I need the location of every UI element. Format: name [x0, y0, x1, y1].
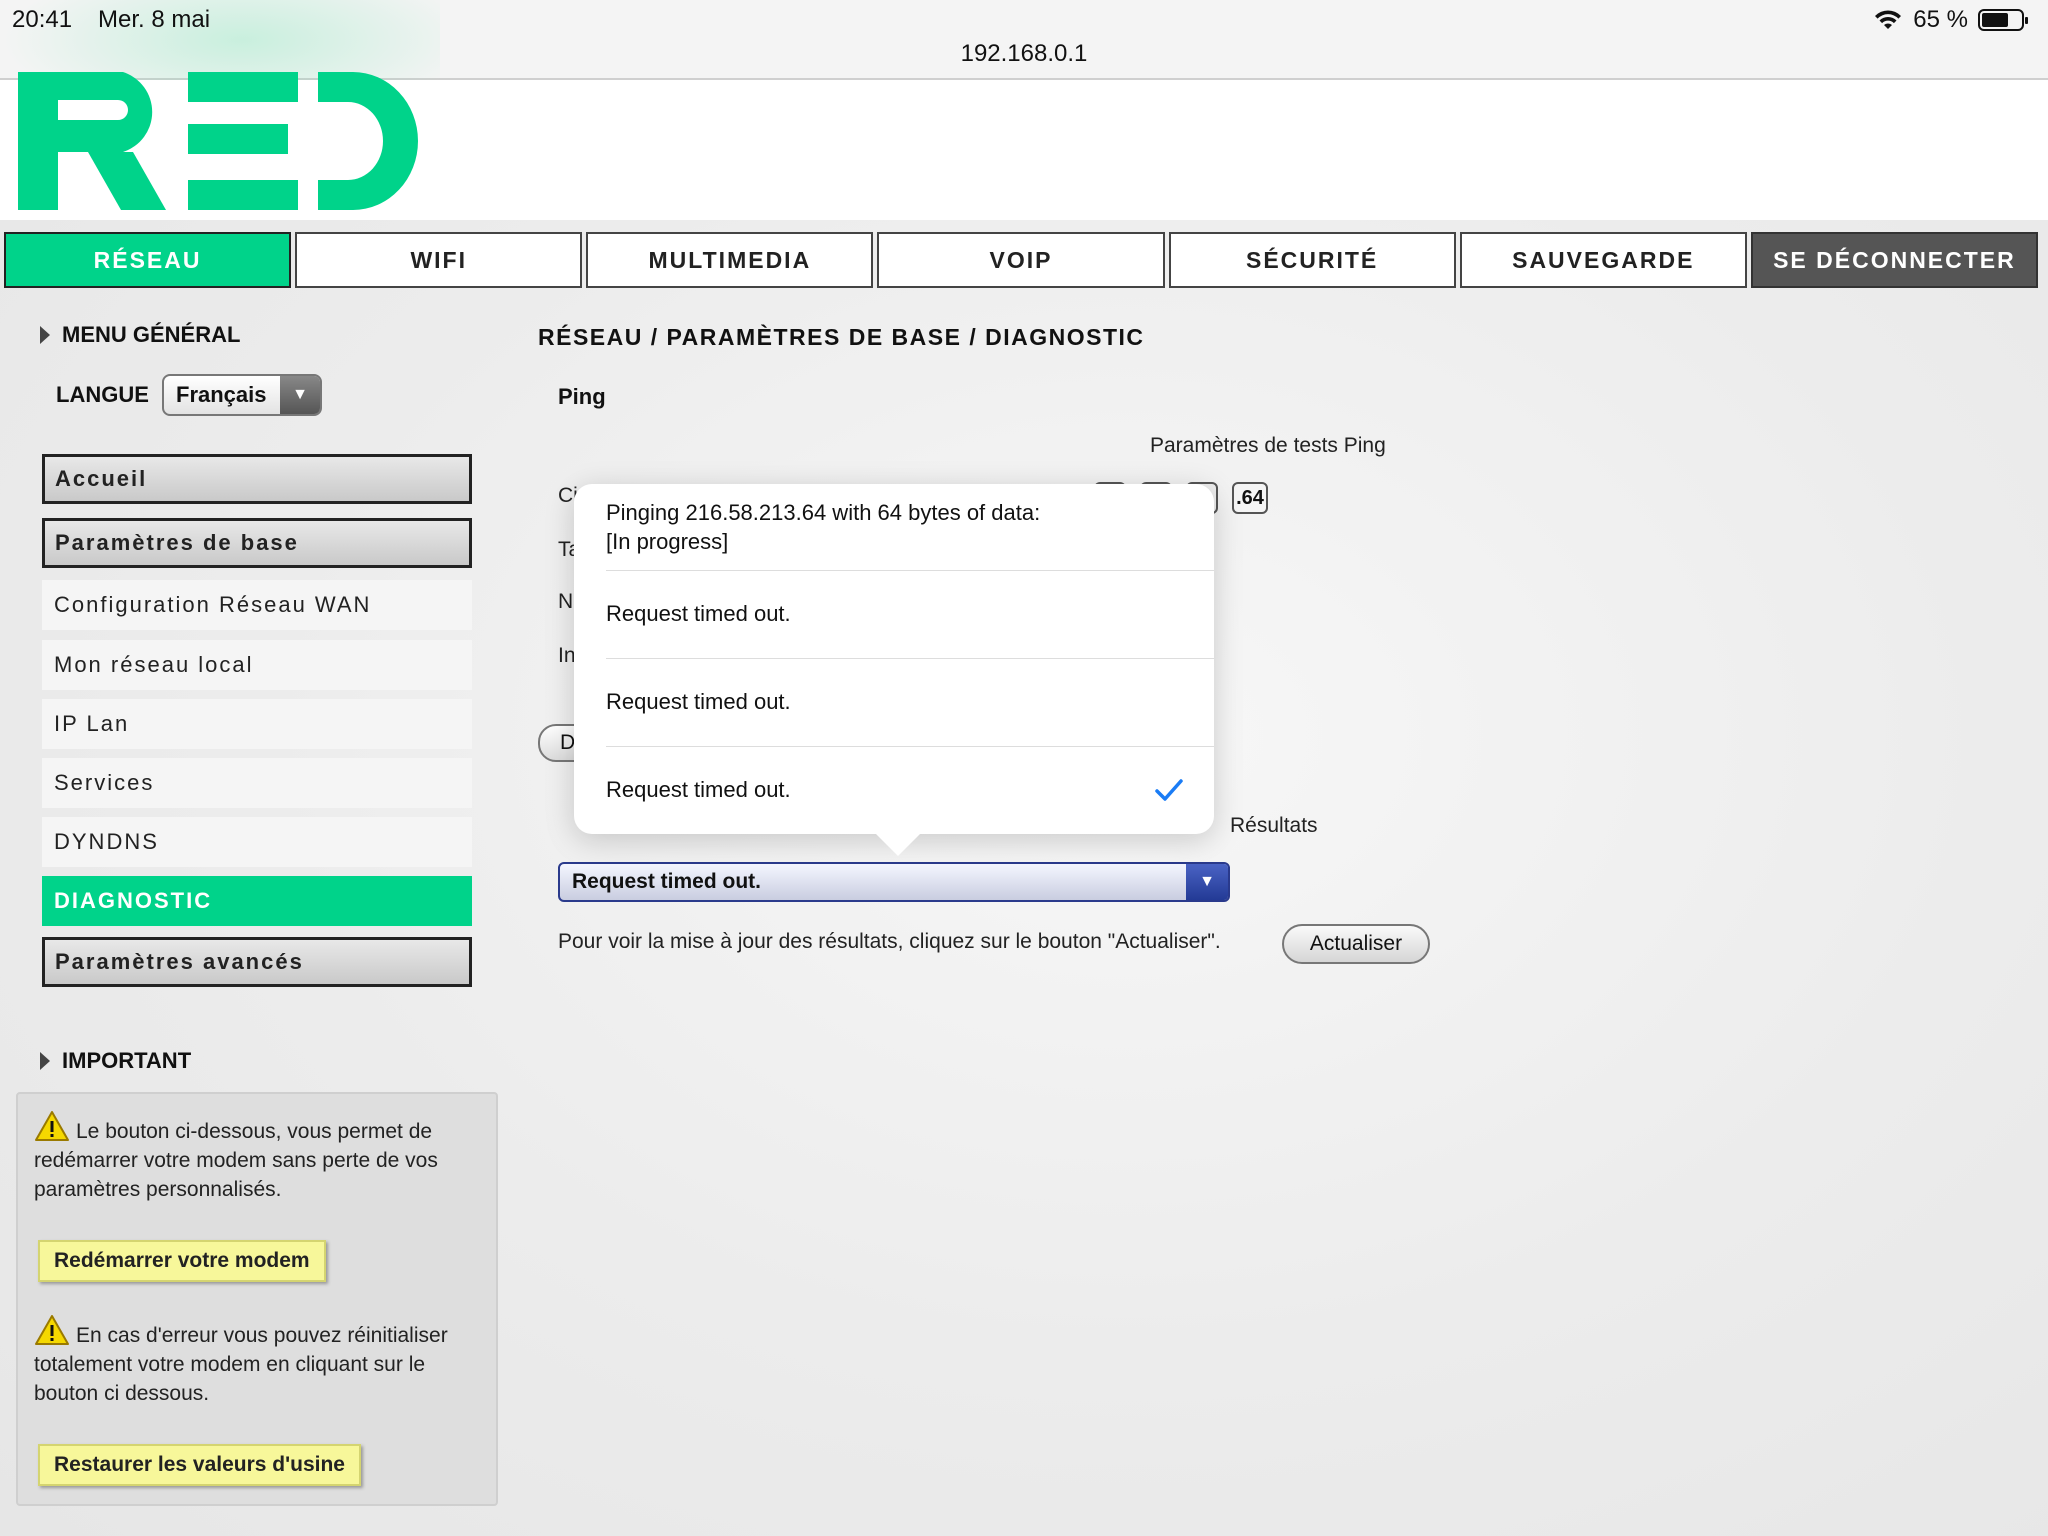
factory-reset-info-text: En cas d'erreur vous pouvez réinitialise… [34, 1324, 448, 1405]
sidebar-item-configuration-wan[interactable]: Configuration Réseau WAN [42, 580, 472, 630]
picker-header-line1: Pinging 216.58.213.64 with 64 bytes of d… [606, 500, 1041, 525]
picker-option-selected[interactable]: Request timed out. [606, 746, 1214, 832]
results-select[interactable]: Request timed out. ▼ [558, 862, 1230, 902]
language-label: LANGUE [56, 382, 149, 407]
picker-option-label: Request timed out. [606, 688, 791, 714]
tab-voip[interactable]: VOIP [877, 232, 1165, 288]
tab-securite[interactable]: SÉCURITÉ [1168, 232, 1456, 288]
checkmark-icon [1155, 779, 1183, 801]
row-label-count: N [558, 590, 574, 613]
section-title: Ping [558, 384, 606, 409]
restart-modem-button[interactable]: Redémarrer votre modem [38, 1240, 326, 1282]
ios-status-bar: 20:41 Mer. 8 mai 192.168.0.1 65 % [0, 0, 2048, 120]
tab-multimedia[interactable]: MULTIMEDIA [586, 232, 874, 288]
popover-arrow [874, 832, 922, 856]
triangle-right-icon [40, 326, 50, 344]
sidebar-item-services[interactable]: Services [42, 758, 472, 808]
row-label-interval: In [558, 644, 576, 667]
status-time: 20:41 [12, 6, 73, 33]
status-right-group: 65 % [1873, 6, 2028, 34]
wifi-icon [1875, 10, 1902, 29]
restart-info-text: Le bouton ci-dessous, vous permet de red… [34, 1120, 438, 1201]
important-panel: Le bouton ci-dessous, vous permet de red… [16, 1092, 498, 1506]
sidebar-item-reseau-local[interactable]: Mon réseau local [42, 640, 472, 690]
sidebar-item-parametres-avances[interactable]: Paramètres avancés [42, 937, 472, 987]
menu-general-label: MENU GÉNÉRAL [62, 322, 241, 347]
sidebar-item-accueil[interactable]: Accueil [42, 454, 472, 504]
tab-sauvegarde[interactable]: SAUVEGARDE [1459, 232, 1747, 288]
picker-option-label: Request timed out. [606, 776, 791, 802]
picker-option[interactable]: Request timed out. [606, 570, 1214, 656]
results-picker-popover: Pinging 216.58.213.64 with 64 bytes of d… [574, 484, 1214, 834]
factory-reset-info: En cas d'erreur vous pouvez réinitialise… [34, 1314, 489, 1408]
status-date: Mer. 8 mai [98, 6, 211, 33]
picker-header-line2: [In progress] [606, 529, 729, 554]
restart-info: Le bouton ci-dessous, vous permet de red… [34, 1110, 489, 1204]
language-value: Français [176, 382, 267, 407]
ip-last-octet-input[interactable]: .64 [1232, 482, 1268, 514]
sidebar-item-diagnostic[interactable]: DIAGNOSTIC [42, 876, 472, 926]
factory-reset-button[interactable]: Restaurer les valeurs d'usine [38, 1444, 361, 1486]
menu-general-heading[interactable]: MENU GÉNÉRAL [40, 322, 240, 348]
picker-header: Pinging 216.58.213.64 with 64 bytes of d… [606, 498, 1040, 556]
refresh-hint: Pour voir la mise à jour des résultats, … [558, 930, 1221, 953]
sidebar-item-ip-lan[interactable]: IP Lan [42, 699, 472, 749]
ping-params-title: Paramètres de tests Ping [1150, 434, 1386, 457]
top-navigation: RÉSEAU WIFI MULTIMEDIA VOIP SÉCURITÉ SAU… [4, 232, 2038, 288]
sidebar-item-parametres-de-base[interactable]: Paramètres de base [42, 518, 472, 568]
tab-reseau[interactable]: RÉSEAU [4, 232, 292, 288]
address-bar-url[interactable]: 192.168.0.1 [0, 40, 2048, 68]
picker-option[interactable]: Request timed out. [606, 658, 1214, 744]
language-select[interactable]: Français ▼ [162, 374, 322, 416]
important-heading[interactable]: IMPORTANT [40, 1048, 191, 1074]
important-label: IMPORTANT [62, 1048, 192, 1073]
warning-icon [35, 1111, 69, 1141]
refresh-button[interactable]: Actualiser [1282, 924, 1430, 964]
results-selected-value: Request timed out. [572, 870, 762, 893]
picker-option-label: Request timed out. [606, 600, 791, 626]
breadcrumb: RÉSEAU / PARAMÈTRES DE BASE / DIAGNOSTIC [538, 324, 1145, 350]
battery-icon [1978, 9, 2028, 31]
chevron-down-icon: ▼ [1186, 864, 1228, 900]
chevron-down-icon: ▼ [280, 376, 320, 414]
results-label: Résultats [1230, 814, 1318, 837]
triangle-right-icon [40, 1052, 50, 1070]
warning-icon [35, 1315, 69, 1345]
tab-wifi[interactable]: WIFI [295, 232, 583, 288]
sidebar-item-dyndns[interactable]: DYNDNS [42, 817, 472, 867]
red-logo [18, 72, 418, 210]
logout-button[interactable]: SE DÉCONNECTER [1750, 232, 2038, 288]
battery-percent: 65 % [1913, 6, 1968, 33]
